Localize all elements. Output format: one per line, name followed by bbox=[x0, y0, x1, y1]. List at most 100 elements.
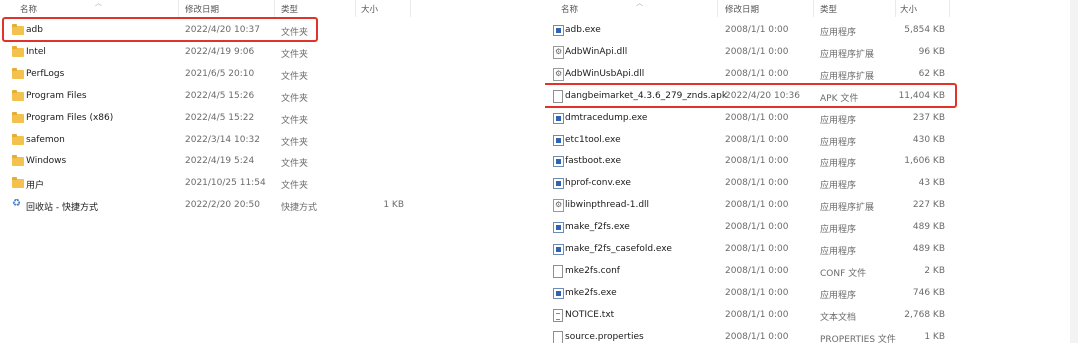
file-row[interactable]: AdbWinApi.dll 2008/1/1 0:00 应用程序扩展 96 KB bbox=[545, 42, 1067, 64]
file-size: 430 KB bbox=[912, 134, 945, 145]
column-separator[interactable] bbox=[813, 0, 814, 17]
column-separator[interactable] bbox=[355, 0, 356, 17]
column-date[interactable]: 修改日期 bbox=[185, 3, 219, 15]
file-modified-date: 2022/4/5 15:26 bbox=[185, 90, 255, 101]
file-row[interactable]: ♻ 回收站 - 快捷方式 2022/2/20 20:50 快捷方式 1 KB bbox=[0, 195, 520, 217]
file-type: 应用程序扩展 bbox=[820, 71, 875, 82]
file-name: etc1tool.exe bbox=[565, 134, 621, 145]
file-type: 文件夹 bbox=[281, 93, 309, 104]
column-date[interactable]: 修改日期 bbox=[725, 3, 759, 15]
file-icon bbox=[553, 330, 563, 343]
vertical-scrollbar[interactable] bbox=[1070, 0, 1078, 343]
file-size: 746 KB bbox=[912, 287, 945, 298]
file-modified-date: 2008/1/1 0:00 bbox=[725, 25, 789, 35]
file-type: 文件夹 bbox=[281, 159, 309, 170]
file-row[interactable]: fastboot.exe 2008/1/1 0:00 应用程序 1,606 KB bbox=[545, 151, 1067, 173]
sort-ascending-icon: ︿ bbox=[95, 0, 102, 7]
file-row[interactable]: source.properties 2008/1/1 0:00 PROPERTIES… bbox=[545, 327, 1067, 343]
file-row[interactable]: mke2fs.conf 2008/1/1 0:00 CONF 文件 2 KB bbox=[545, 261, 1067, 283]
file-size: 2 KB bbox=[924, 265, 945, 276]
column-type[interactable]: 类型 bbox=[820, 3, 837, 15]
file-row[interactable]: PerfLogs 2021/6/5 20:10 文件夹 bbox=[0, 64, 520, 86]
exe-icon bbox=[553, 222, 564, 234]
file-name: Intel bbox=[26, 46, 46, 57]
file-name: NOTICE.txt bbox=[565, 309, 615, 320]
file-row[interactable]: dmtracedump.exe 2008/1/1 0:00 应用程序 237 KB bbox=[545, 108, 1067, 130]
file-modified-date: 2008/1/1 0:00 bbox=[725, 200, 789, 211]
file-row[interactable]: make_f2fs_casefold.exe 2008/1/1 0:00 应用程序 4… bbox=[545, 239, 1067, 261]
file-type: 应用程序扩展 bbox=[820, 203, 875, 214]
highlight-box bbox=[545, 82, 957, 108]
file-modified-date: 2008/1/1 0:00 bbox=[725, 112, 789, 123]
file-modified-date: 2008/1/1 0:00 bbox=[725, 222, 789, 233]
file-row[interactable]: NOTICE.txt 2008/1/1 0:00 文本文档 2,768 KB bbox=[545, 305, 1067, 327]
file-name: make_f2fs_casefold.exe bbox=[565, 244, 672, 254]
file-modified-date: 2008/1/1 0:00 bbox=[725, 287, 789, 298]
file-size: 1 KB bbox=[924, 331, 945, 342]
file-size: 489 KB bbox=[912, 244, 945, 254]
file-type: 文件夹 bbox=[281, 181, 309, 192]
file-name: Program Files (x86) bbox=[26, 112, 114, 123]
dll-icon bbox=[553, 67, 564, 81]
folder-icon bbox=[12, 155, 24, 167]
file-row[interactable]: etc1tool.exe 2008/1/1 0:00 应用程序 430 KB bbox=[545, 130, 1067, 152]
file-row[interactable]: Intel 2022/4/19 9:06 文件夹 bbox=[0, 42, 520, 64]
file-type: 应用程序 bbox=[820, 181, 857, 192]
sort-ascending-icon: ︿ bbox=[636, 0, 643, 7]
file-type: 应用程序 bbox=[820, 115, 857, 126]
folder-icon bbox=[12, 133, 24, 145]
exe-icon bbox=[553, 178, 564, 190]
column-name[interactable]: 名称 bbox=[561, 3, 578, 15]
file-name: Windows bbox=[26, 156, 67, 167]
column-size[interactable]: 大小 bbox=[361, 3, 378, 15]
file-row[interactable]: Program Files (x86) 2022/4/5 15:22 文件夹 bbox=[0, 108, 520, 130]
column-type[interactable]: 类型 bbox=[281, 3, 298, 15]
folder-icon bbox=[12, 111, 24, 123]
column-size[interactable]: 大小 bbox=[900, 3, 917, 15]
file-modified-date: 2022/4/19 5:24 bbox=[185, 156, 255, 167]
file-row[interactable]: Windows 2022/4/19 5:24 文件夹 bbox=[0, 151, 520, 173]
file-row[interactable]: make_f2fs.exe 2008/1/1 0:00 应用程序 489 KB bbox=[545, 217, 1067, 239]
left-file-pane: ︿ 名称 修改日期 类型 大小 adb 2022/4/20 10:37 文件夹 Int… bbox=[0, 0, 520, 343]
column-separator[interactable] bbox=[895, 0, 896, 17]
file-name: fastboot.exe bbox=[565, 156, 621, 167]
file-type: 应用程序 bbox=[820, 159, 857, 170]
file-icon bbox=[553, 264, 563, 278]
file-row[interactable]: 用户 2021/10/25 11:54 文件夹 bbox=[0, 173, 520, 195]
file-type: 文件夹 bbox=[281, 49, 309, 60]
file-row[interactable]: adb.exe 2008/1/1 0:00 应用程序 5,854 KB bbox=[545, 20, 1067, 42]
file-type: 应用程序 bbox=[820, 290, 857, 301]
file-modified-date: 2008/1/1 0:00 bbox=[725, 156, 789, 167]
file-type: 应用程序 bbox=[820, 247, 857, 257]
column-separator[interactable] bbox=[178, 0, 179, 17]
dll-icon bbox=[553, 199, 564, 213]
exe-icon bbox=[553, 287, 564, 299]
file-row[interactable]: safemon 2022/3/14 10:32 文件夹 bbox=[0, 130, 520, 152]
column-separator[interactable] bbox=[274, 0, 275, 17]
file-name: dmtracedump.exe bbox=[565, 112, 648, 123]
file-name: AdbWinApi.dll bbox=[565, 46, 628, 57]
file-type: 文本文档 bbox=[820, 312, 857, 323]
file-row[interactable]: Program Files 2022/4/5 15:26 文件夹 bbox=[0, 86, 520, 108]
file-modified-date: 2022/3/14 10:32 bbox=[185, 134, 260, 145]
column-separator[interactable] bbox=[410, 0, 411, 17]
column-separator[interactable] bbox=[717, 0, 718, 17]
file-modified-date: 2008/1/1 0:00 bbox=[725, 331, 789, 342]
recycle-bin-icon: ♻ bbox=[12, 198, 21, 210]
file-type: 应用程序 bbox=[820, 28, 857, 38]
file-row[interactable]: hprof-conv.exe 2008/1/1 0:00 应用程序 43 KB bbox=[545, 173, 1067, 195]
file-modified-date: 2008/1/1 0:00 bbox=[725, 46, 789, 57]
column-name[interactable]: 名称 bbox=[20, 3, 37, 15]
file-name: PerfLogs bbox=[26, 68, 65, 79]
column-separator[interactable] bbox=[949, 0, 950, 17]
file-modified-date: 2008/1/1 0:00 bbox=[725, 178, 789, 189]
file-row[interactable]: libwinpthread-1.dll 2008/1/1 0:00 应用程序扩展 22… bbox=[545, 195, 1067, 217]
file-name: mke2fs.exe bbox=[565, 287, 617, 298]
file-modified-date: 2022/2/20 20:50 bbox=[185, 200, 260, 211]
folder-icon bbox=[12, 177, 24, 189]
file-row[interactable]: mke2fs.exe 2008/1/1 0:00 应用程序 746 KB bbox=[545, 283, 1067, 305]
folder-icon bbox=[12, 67, 24, 79]
file-modified-date: 2008/1/1 0:00 bbox=[725, 134, 789, 145]
file-modified-date: 2021/10/25 11:54 bbox=[185, 178, 266, 189]
exe-icon bbox=[553, 25, 564, 36]
